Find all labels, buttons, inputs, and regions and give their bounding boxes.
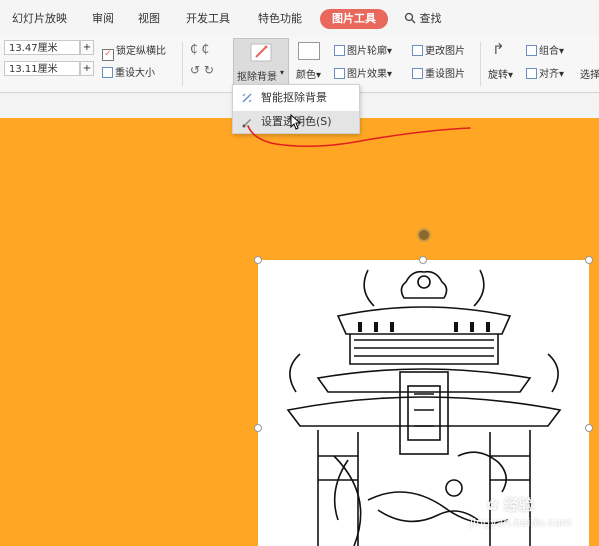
- reset-picture-label: 重设图片: [425, 69, 465, 80]
- menu-item-smart-remove-label: 智能抠除背景: [261, 91, 327, 104]
- reset-size-icon: [102, 67, 113, 78]
- select-label: 选择: [580, 70, 599, 81]
- width-stepper[interactable]: +: [80, 40, 94, 55]
- picture-outline-label: 图片轮廓: [347, 46, 387, 57]
- height-field[interactable]: 13.11厘米: [4, 61, 80, 76]
- watermark-paw-icon: ✿: [486, 496, 504, 514]
- width-field[interactable]: 13.47厘米: [4, 40, 80, 55]
- picture-effects-button[interactable]: 图片效果▾: [334, 65, 392, 80]
- rotate-small-icon[interactable]: ↺ ↻: [190, 63, 214, 77]
- checkbox-icon: ✓: [102, 49, 114, 61]
- watermark: ✿ 经验: [486, 494, 534, 515]
- resize-handle[interactable]: [254, 424, 262, 432]
- ribbon-tab-bar: 幻灯片放映 审阅 视图 开发工具 特色功能 图片工具 查找: [0, 0, 599, 36]
- watermark-url: jingyan.baidu.com: [470, 516, 572, 529]
- resize-handle[interactable]: [254, 256, 262, 264]
- group-label: 组合: [539, 46, 559, 57]
- resize-handle[interactable]: [585, 256, 593, 264]
- color-button[interactable]: 颜色▾: [296, 66, 321, 81]
- divider: [182, 42, 183, 86]
- tab-developer[interactable]: 开发工具: [186, 10, 230, 28]
- change-picture-label: 更改图片: [425, 46, 465, 57]
- gate-line-art: [286, 269, 562, 546]
- rotate-button[interactable]: 旋转▾: [488, 66, 513, 81]
- lock-ratio-checkbox[interactable]: ✓ 锁定纵横比: [102, 42, 166, 61]
- rotate-label: 旋转: [488, 70, 508, 81]
- menu-item-smart-remove[interactable]: 智能抠除背景: [233, 87, 359, 109]
- resize-handle[interactable]: [419, 256, 427, 264]
- tab-picture-tools[interactable]: 图片工具: [320, 9, 388, 29]
- magic-wand-icon: [250, 43, 272, 62]
- tab-review[interactable]: 审阅: [92, 10, 114, 28]
- picture-effects-label: 图片效果: [347, 69, 387, 80]
- divider: [480, 42, 481, 86]
- reset-picture-icon: [412, 68, 423, 79]
- smart-remove-icon: [242, 93, 252, 103]
- rotate-handle[interactable]: [417, 228, 431, 242]
- group-icon: [526, 45, 537, 56]
- change-picture-button[interactable]: 更改图片: [412, 42, 465, 57]
- remove-background-button[interactable]: 抠除背景 ▾: [233, 38, 289, 86]
- mouse-cursor-icon: [290, 114, 302, 130]
- color-picture-icon[interactable]: [298, 42, 320, 63]
- align-icon: [526, 68, 537, 79]
- align-label: 对齐: [539, 69, 559, 80]
- watermark-text: 经验: [503, 496, 534, 514]
- select-button[interactable]: 选择: [580, 66, 599, 81]
- height-stepper[interactable]: +: [80, 61, 94, 76]
- search-label: 查找: [419, 12, 442, 25]
- crop-icon[interactable]: ₵ ₵: [190, 42, 209, 56]
- picture-outline-button[interactable]: 图片轮廓▾: [334, 42, 392, 57]
- reset-picture-button[interactable]: 重设图片: [412, 65, 465, 80]
- remove-background-label: 抠除背景: [237, 72, 277, 83]
- search-icon: [404, 12, 416, 24]
- resize-handle[interactable]: [585, 424, 593, 432]
- group-button[interactable]: 组合▾: [526, 42, 564, 57]
- tab-special[interactable]: 特色功能: [258, 10, 302, 28]
- change-picture-icon: [412, 45, 423, 56]
- rotate-icon[interactable]: ↱: [492, 40, 505, 58]
- tab-view[interactable]: 视图: [138, 10, 160, 28]
- outline-icon: [334, 45, 345, 56]
- color-label: 颜色: [296, 70, 316, 81]
- reset-size-button[interactable]: 重设大小: [102, 64, 155, 79]
- transparent-color-icon: [242, 119, 251, 128]
- selected-picture[interactable]: [258, 260, 589, 546]
- search-button[interactable]: 查找: [404, 10, 442, 28]
- effects-icon: [334, 68, 345, 79]
- reset-size-label: 重设大小: [115, 68, 155, 79]
- tab-slideshow[interactable]: 幻灯片放映: [12, 10, 67, 28]
- align-button[interactable]: 对齐▾: [526, 65, 564, 80]
- lock-ratio-label: 锁定纵横比: [116, 46, 166, 57]
- picture-icon: [298, 42, 320, 60]
